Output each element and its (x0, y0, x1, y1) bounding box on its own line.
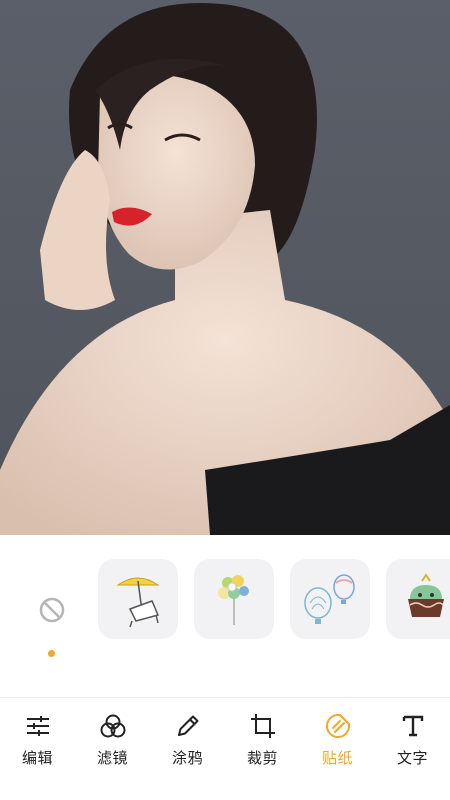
tool-doodle-label: 涂鸦 (171, 749, 203, 767)
pencil-icon (174, 712, 202, 740)
cupcake-icon (408, 573, 444, 617)
balloons-icon (218, 575, 249, 625)
tool-sticker[interactable]: 贴纸 (300, 698, 375, 800)
portrait-image (0, 3, 450, 535)
tool-text-label: 文字 (396, 749, 428, 767)
no-entry-icon (39, 597, 65, 623)
filter-circles-icon (99, 712, 127, 740)
sticker-cupcake[interactable] (386, 559, 450, 639)
tool-filter-label: 滤镜 (96, 749, 128, 767)
tool-crop[interactable]: 裁剪 (225, 698, 300, 800)
tool-edit-label: 编辑 (21, 749, 53, 767)
sticker-balloons[interactable] (194, 559, 274, 639)
beach-chair-icon (116, 577, 160, 628)
text-icon (399, 712, 427, 740)
tool-crop-label: 裁剪 (246, 749, 278, 767)
selected-indicator-dot (48, 650, 55, 657)
tool-doodle[interactable]: 涂鸦 (150, 698, 225, 800)
sticker-icon (324, 712, 352, 740)
bottom-toolbar: 编辑 滤镜 涂鸦 裁剪 贴纸 文字 (0, 698, 450, 800)
sliders-icon (24, 712, 52, 740)
tool-sticker-label: 贴纸 (321, 749, 353, 767)
hot-air-balloon-icon (304, 574, 355, 624)
photo-preview (0, 0, 450, 535)
no-sticker-option[interactable] (22, 580, 82, 640)
tool-edit[interactable]: 编辑 (0, 698, 75, 800)
sticker-hot-air-balloons[interactable] (290, 559, 370, 639)
sticker-beach-chair[interactable] (98, 559, 178, 639)
crop-icon (249, 712, 277, 740)
tool-text[interactable]: 文字 (375, 698, 450, 800)
sticker-panel (0, 535, 450, 697)
tool-filter[interactable]: 滤镜 (75, 698, 150, 800)
